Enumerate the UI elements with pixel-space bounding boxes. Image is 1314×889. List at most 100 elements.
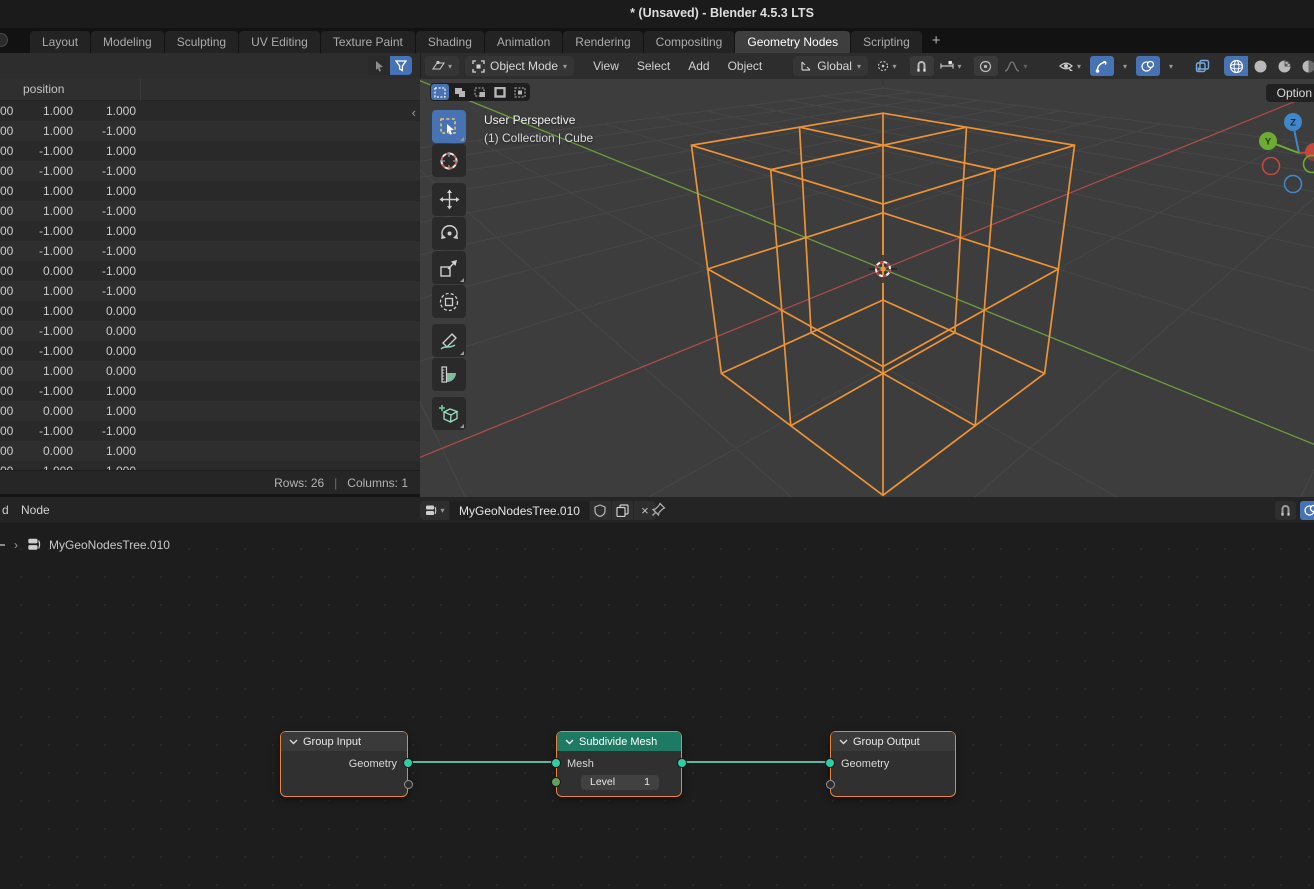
menu-view[interactable]: View [584,59,628,73]
pivot-point-dropdown[interactable]: ▾ [872,56,902,76]
editor-type-button[interactable]: ▾ [425,56,459,76]
spreadsheet-column-header[interactable]: position [0,79,420,101]
snap-increment-icon [940,61,954,71]
navigation-gizmo[interactable]: Z Y [1244,105,1314,205]
level-input-socket[interactable] [551,777,561,787]
node-snap-button[interactable] [1275,501,1296,520]
tab-texture-paint[interactable]: Texture Paint [321,31,415,53]
shading-wireframe-button[interactable] [1224,56,1248,76]
cell: 1.000 [73,461,136,470]
gizmos-toggle[interactable] [1090,56,1114,76]
gizmo-z-neg-axis[interactable] [1285,176,1302,193]
transform-orientation-dropdown[interactable]: Global ▾ [793,56,868,76]
show-hide-dropdown[interactable]: ▾ [1052,56,1088,76]
select-invert-button[interactable] [491,84,509,100]
snap-target-dropdown[interactable]: ▾ [934,56,968,76]
blender-logo-icon[interactable] [0,33,8,47]
options-panel-button[interactable]: Option [1266,84,1314,102]
add-cube-icon [438,403,460,425]
collection-context-label: (1) Collection | Cube [484,131,593,145]
xray-icon [1195,59,1210,73]
cell: -1.000 [73,201,136,221]
tab-geometry-nodes[interactable]: Geometry Nodes [735,31,850,53]
tab-sculpting[interactable]: Sculpting [165,31,238,53]
node-group-output[interactable]: Group Output Geometry [830,731,956,797]
collapse-chevron-icon[interactable] [565,739,574,745]
collapse-chevron-icon[interactable] [289,739,298,745]
node-group-input[interactable]: Group Input Geometry [280,731,408,797]
filter-rows-button[interactable] [390,56,412,75]
shading-rendered-button[interactable] [1296,56,1314,76]
gizmo-x-neg-axis[interactable] [1263,158,1280,175]
row-select-cursor-button[interactable] [368,56,390,75]
cell: -1.000 [73,261,136,281]
mesh-input-socket[interactable] [551,758,561,768]
node-header[interactable]: Group Input [281,732,407,751]
tool-add-cube[interactable] [432,397,466,430]
chevron-down-icon: ▾ [857,62,861,71]
pin-icon[interactable] [651,502,666,518]
geometry-output-socket[interactable] [403,758,413,768]
select-intersect-button[interactable] [511,84,529,100]
tool-annotate[interactable] [432,324,466,357]
tab-shading[interactable]: Shading [416,31,484,53]
tab-layout[interactable]: Layout [30,31,90,53]
orientation-axes-icon [800,60,812,72]
tab-animation[interactable]: Animation [485,31,562,53]
tool-rotate[interactable] [432,217,466,250]
sidebar-collapse-arrow[interactable]: ‹ [412,105,416,120]
tab-rendering[interactable]: Rendering [563,31,642,53]
tool-measure[interactable] [432,358,466,391]
viewport-canvas[interactable]: User Perspective (1) Collection | Cube O… [420,79,1314,497]
select-subtract-button[interactable] [471,84,489,100]
mesh-output-socket[interactable] [677,758,687,768]
gizmo-y-neg-axis[interactable] [1304,156,1314,173]
add-workspace-button[interactable]: + [922,31,951,53]
tool-select-box[interactable] [432,110,466,143]
node-header[interactable]: Subdivide Mesh [557,732,681,751]
table-row: 001.000-1.000 [0,281,420,301]
mode-dropdown[interactable]: Object Mode ▾ [465,56,574,76]
proportional-falloff-dropdown[interactable]: ▾ [998,56,1034,76]
tool-cursor[interactable] [432,144,466,177]
tree-name-field[interactable]: MyGeoNodesTree.010 [450,501,590,520]
proportional-editing-button[interactable] [974,56,998,76]
tool-transform[interactable] [432,285,466,318]
overlays-toggle[interactable] [1136,56,1160,76]
node-subdivide-mesh[interactable]: Subdivide Mesh Mesh Level 1 [556,731,682,797]
menu-node[interactable]: Node [12,503,59,517]
collapse-chevron-icon[interactable] [839,739,848,745]
overlays-dropdown[interactable]: ▾ [1162,56,1180,76]
gizmos-dropdown[interactable]: ▾ [1116,56,1134,76]
tool-scale[interactable] [432,251,466,284]
chevron-down-icon: ▾ [440,506,444,515]
node-header[interactable]: Group Output [831,732,955,751]
fake-user-button[interactable] [590,501,612,520]
shading-material-button[interactable] [1272,56,1296,76]
virtual-input-socket[interactable] [826,780,835,789]
xray-toggle[interactable] [1190,56,1214,76]
tab-compositing[interactable]: Compositing [644,31,735,53]
cell: 00 [0,201,11,221]
level-value-field[interactable]: Level 1 [581,775,659,790]
snap-toggle-button[interactable] [910,56,934,76]
clipped-menu-fragment[interactable]: d [2,503,12,517]
tab-scripting[interactable]: Scripting [851,31,922,53]
geometry-input-socket[interactable] [825,758,835,768]
virtual-output-socket[interactable] [404,780,413,789]
spreadsheet-editor: position 001.0001.000001.000-1.00000-1.0… [0,53,420,497]
menu-add[interactable]: Add [679,59,718,73]
node-overlays-toggle[interactable] [1300,501,1314,520]
tab-uv-editing[interactable]: UV Editing [239,31,320,53]
select-extend-button[interactable] [451,84,469,100]
tool-move[interactable] [432,183,466,216]
shading-solid-button[interactable] [1248,56,1272,76]
tab-modeling[interactable]: Modeling [91,31,164,53]
node-canvas[interactable]: › MyGeoNodesTree.010 Group Input Geometr… [0,524,1314,889]
browse-tree-dropdown[interactable]: ▾ [420,501,450,520]
menu-select[interactable]: Select [628,59,679,73]
new-copy-button[interactable] [612,501,634,520]
select-set-button[interactable] [431,84,449,100]
cell: -1.000 [11,161,73,181]
menu-object[interactable]: Object [719,59,772,73]
